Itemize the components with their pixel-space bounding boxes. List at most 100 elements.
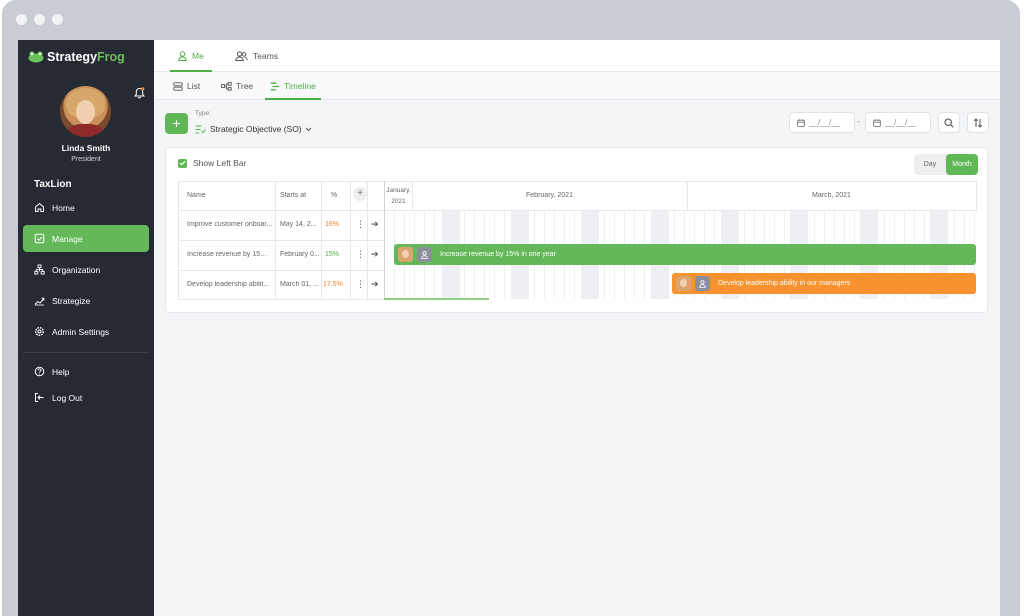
tab-tree[interactable]: Tree [221,72,253,100]
chevron-down-icon [305,127,311,131]
sort-icon [973,117,983,128]
row-starts: May 14, 2... [280,221,317,228]
type-label: Type: [195,110,211,117]
check-square-icon [34,233,45,244]
sidebar-item-admin-settings[interactable]: Admin Settings [23,318,149,345]
row-name[interactable]: Develop leadership abilit... [187,281,273,288]
browser-titlebar [2,0,1020,40]
sidebar-item-label: Strategize [52,295,91,306]
top-tabs: Me Teams [154,40,1000,72]
today-indicator [384,298,489,300]
month-header-january-year: 2021 [391,198,406,205]
window-dot-icon[interactable] [16,14,27,25]
month-header-march: March, 2021 [812,192,851,199]
gantt-bar-label: Increase revenue by 15% in one year [440,251,556,258]
user-placeholder-icon [695,276,710,291]
user-avatar[interactable] [60,86,111,137]
calendar-icon [873,118,881,127]
header-name[interactable]: Name [187,192,206,199]
brand-logo[interactable]: Strategy Frog [28,50,125,64]
month-header-february: February, 2021 [526,192,573,199]
row-arrow-icon[interactable]: ➔ [371,279,379,290]
show-left-bar-label: Show Left Bar [193,158,247,168]
sidebar: Strategy Frog Linda Smith President TaxLi… [18,40,154,616]
tab-label: Teams [253,51,279,61]
row-menu-icon[interactable]: ⋮ [356,279,365,290]
row-menu-icon[interactable]: ⋮ [356,219,365,230]
notification-bell-icon[interactable] [133,86,146,104]
frog-icon [28,51,44,63]
owner-avatar [398,247,413,262]
brand-name: Strategy [47,50,98,64]
gantt-bar-revenue[interactable]: Increase revenue by 15% in one year [394,244,976,265]
header-starts-at[interactable]: Starts at [280,192,306,199]
user-role: President [71,156,101,163]
sidebar-item-strategize[interactable]: Strategize [23,287,149,314]
sidebar-item-organization[interactable]: Organization [23,256,149,283]
user-placeholder-icon [417,247,432,262]
org-name: TaxLion [34,179,72,190]
sidebar-item-label: Home [52,202,75,213]
add-column-button[interactable]: + [353,187,367,201]
sidebar-item-manage[interactable]: Manage [23,225,149,252]
row-percent: 17.5% [323,281,343,288]
user-icon [178,51,187,61]
show-left-bar-toggle[interactable]: Show Left Bar [178,158,246,168]
gantt-bar-leadership[interactable]: Develop leadership ability in our manage… [672,273,976,294]
sidebar-item-label: Help [52,366,70,377]
view-tabs: List Tree Timeline [154,72,1000,100]
tab-label: Tree [236,81,254,91]
list-icon [173,81,183,91]
add-button[interactable]: + [165,113,188,134]
objective-icon [195,125,206,133]
sort-button[interactable] [967,112,989,133]
org-chart-icon [34,264,45,275]
row-arrow-icon[interactable]: ➔ [371,249,379,260]
tab-list[interactable]: List [173,72,200,100]
tab-teams[interactable]: Teams [235,40,278,72]
trend-chart-icon [34,297,45,306]
date-to-value: __/__/__ [885,118,917,127]
tab-label: List [187,81,201,91]
view-month-button[interactable]: Month [946,154,978,175]
search-button[interactable] [938,112,960,133]
user-name: Linda Smith [61,143,111,153]
help-icon [34,366,45,377]
sidebar-item-logout[interactable]: Log Out [23,384,149,411]
sidebar-item-label: Manage [52,233,83,244]
window-dot-icon[interactable] [52,14,63,25]
row-name[interactable]: Improve customer onboar... [187,221,273,228]
sidebar-divider [23,352,149,353]
logout-icon [35,393,44,402]
gear-icon [35,327,44,336]
sidebar-item-help[interactable]: Help [23,358,149,385]
tree-icon [221,81,232,91]
gantt-grid: Name Starts at % + January, 2021 Februar… [178,181,977,301]
timeline-card: Show Left Bar Day Month Name Starts at %… [165,147,988,313]
type-dropdown[interactable]: Strategic Objective (SO) [195,124,316,134]
header-percent[interactable]: % [331,192,337,199]
row-menu-icon[interactable]: ⋮ [356,249,365,260]
date-from-field[interactable]: __/__/__ [789,112,855,133]
calendar-icon [797,118,805,127]
sidebar-item-label: Admin Settings [52,326,110,337]
view-day-button[interactable]: Day [914,154,946,175]
tab-label: Me [192,51,204,61]
row-name[interactable]: Increase revenue by 15% ... [187,251,273,258]
sidebar-item-label: Organization [52,264,101,275]
row-starts: March 01, ... [280,281,319,288]
row-arrow-icon[interactable]: ➔ [371,219,379,230]
sidebar-item-home[interactable]: Home [23,194,149,221]
tab-timeline[interactable]: Timeline [265,72,321,100]
tab-me[interactable]: Me [170,40,212,72]
sidebar-item-label: Log Out [52,392,83,403]
checkbox-checked-icon[interactable] [178,158,187,168]
owner-avatar [676,276,691,291]
window-dot-icon[interactable] [34,14,45,25]
date-to-field[interactable]: __/__/__ [865,112,931,133]
type-value: Strategic Objective (SO) [210,124,302,134]
date-separator: - [857,117,860,126]
row-starts: February 0... [280,251,320,258]
home-icon [35,202,44,212]
brand-name-accent: Frog [97,50,125,64]
